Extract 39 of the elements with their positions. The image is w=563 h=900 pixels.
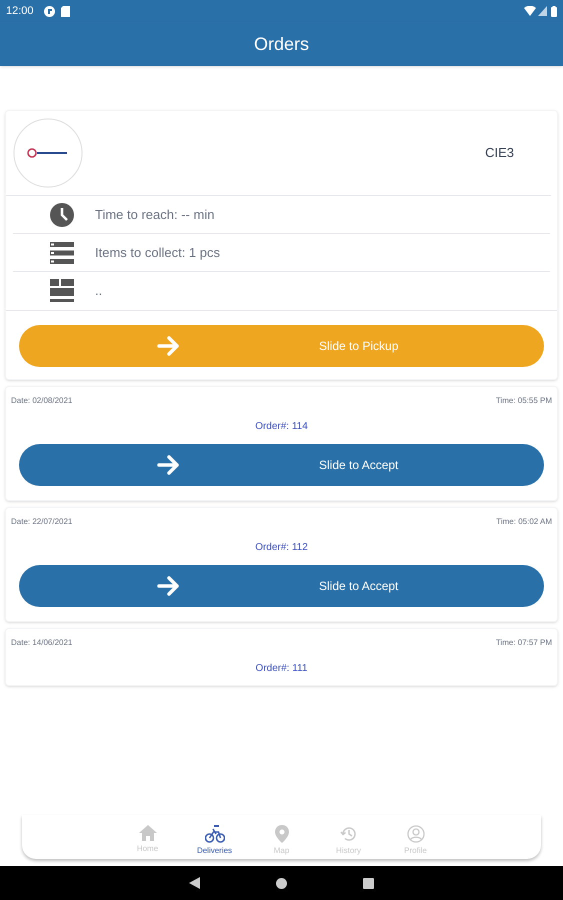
battery-icon (551, 6, 557, 16)
history-icon (340, 825, 358, 843)
wifi-icon (524, 6, 536, 16)
slide-to-pickup-button[interactable]: Slide to Pickup (19, 325, 544, 367)
slide-to-accept-button[interactable]: Slide to Accept (19, 565, 544, 607)
slide-to-accept-button[interactable]: Slide to Accept (19, 444, 544, 486)
info-text: Items to collect: 1 pcs (95, 244, 220, 262)
recents-icon[interactable] (363, 878, 374, 888)
map-pin-icon (274, 825, 288, 843)
bicycle-icon (204, 825, 224, 843)
order-number: Order#: 112 (255, 541, 308, 555)
logo-icon (13, 118, 83, 188)
clock-icon (50, 202, 74, 226)
home-button-icon[interactable] (276, 878, 287, 888)
order-time: Time: 07:57 PM (496, 637, 552, 649)
order-time: Time: 05:55 PM (496, 395, 552, 407)
order-number: Order#: 114 (255, 420, 308, 434)
profile-icon (406, 825, 424, 843)
signal-icon (538, 6, 547, 16)
order-date: Date: 22/07/2021 (11, 516, 72, 528)
store-code: CIE3 (485, 144, 514, 162)
nav-tab[interactable]: Deliveries (188, 825, 241, 859)
notification-icon (44, 6, 55, 16)
order-number: Order#: 111 (256, 662, 308, 676)
arrow-icon (157, 575, 181, 597)
order-time: Time: 05:02 AM (496, 516, 552, 528)
arrow-icon (157, 335, 181, 357)
order-date: Date: 02/08/2021 (11, 395, 72, 407)
sd-card-icon (60, 6, 70, 16)
arrow-icon (157, 454, 181, 476)
clock-text: 12:00 (6, 4, 34, 19)
home-icon (138, 825, 156, 841)
info-text: .. (95, 282, 102, 300)
app-bar-title: Orders (254, 32, 309, 56)
back-icon[interactable] (189, 877, 200, 889)
order-date: Date: 14/06/2021 (11, 637, 72, 649)
layout-icon (50, 279, 74, 303)
info-text: Time to reach: -- min (95, 206, 214, 224)
list-icon (50, 240, 74, 264)
